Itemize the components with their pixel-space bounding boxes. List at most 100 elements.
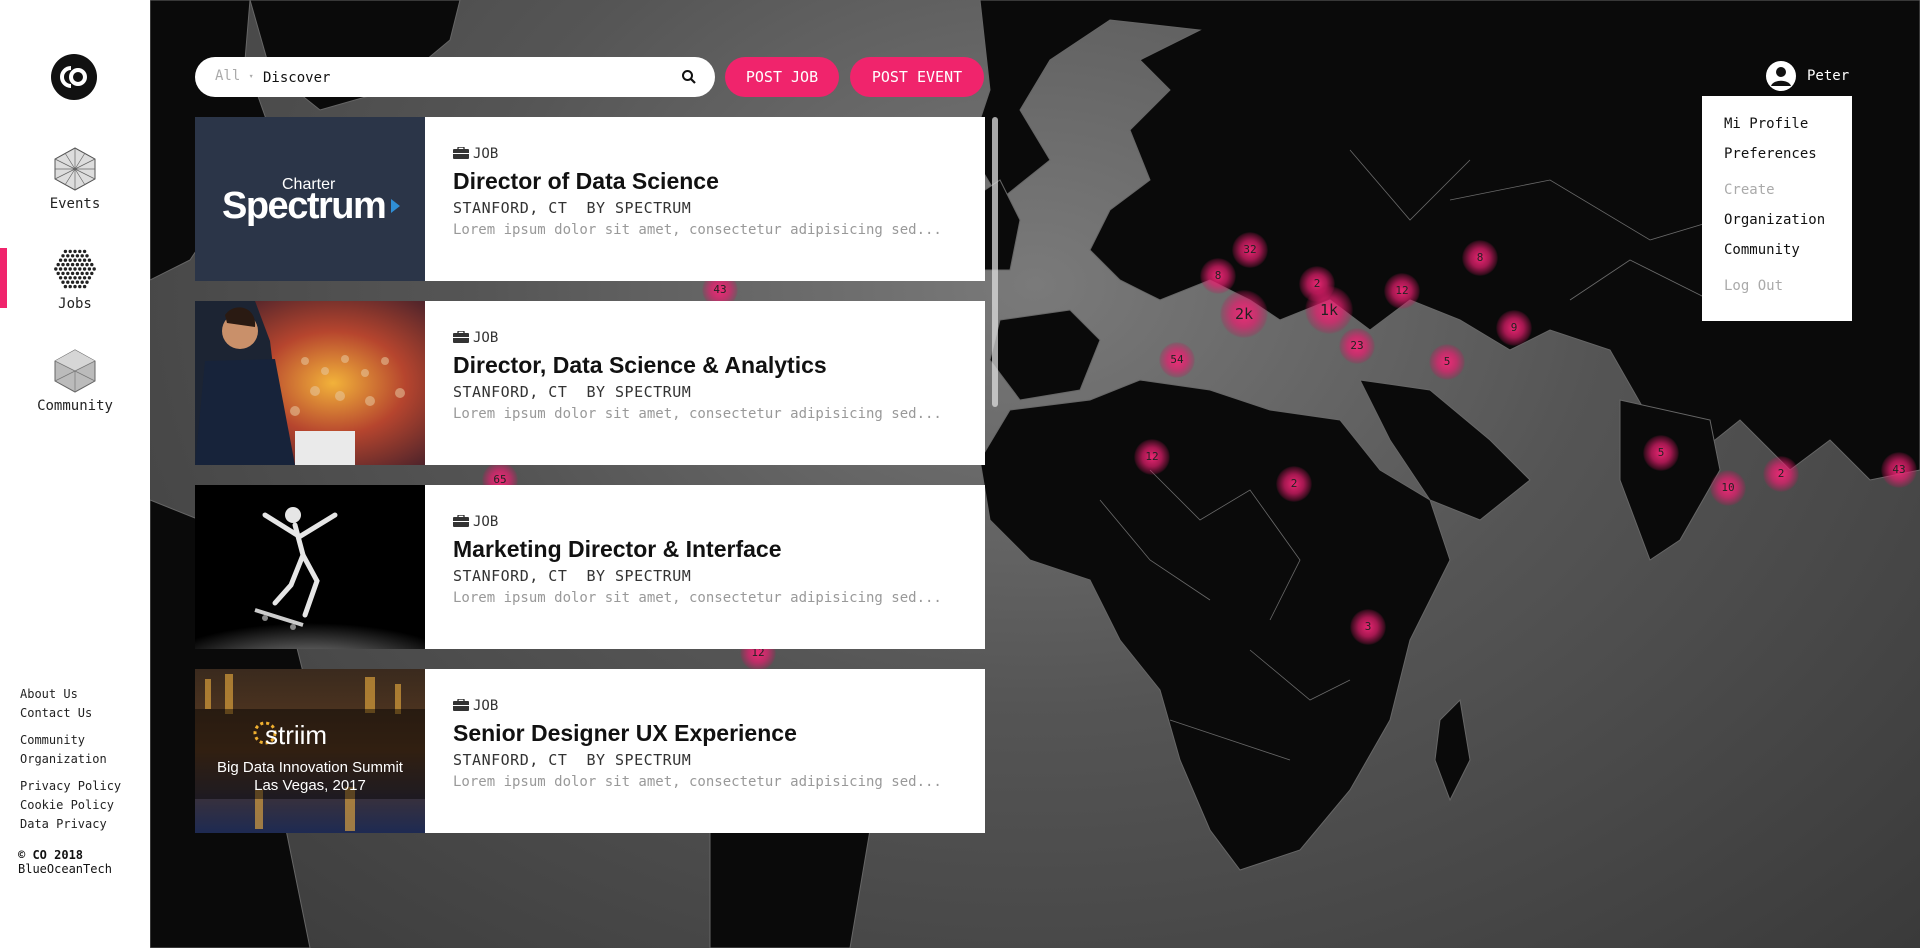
spectrum-logo-image: Charter Spectrum xyxy=(195,117,425,281)
map-cluster[interactable]: 2k xyxy=(1220,290,1268,338)
map-cluster[interactable]: 54 xyxy=(1159,342,1195,378)
menu-my-profile[interactable]: Mi Profile xyxy=(1724,116,1808,132)
job-card[interactable]: JOB Director, Data Science & Analytics S… xyxy=(195,301,985,465)
map-cluster[interactable]: 9 xyxy=(1496,310,1532,346)
job-company: BY SPECTRUM xyxy=(586,751,692,769)
nav-jobs-label: Jobs xyxy=(58,296,92,312)
job-card-body: JOB Director of Data Science STANFORD, C… xyxy=(453,145,973,239)
skateboarder-photo xyxy=(195,485,425,649)
footer-cookie-policy[interactable]: Cookie Policy xyxy=(20,796,121,815)
map-cluster[interactable]: 3 xyxy=(1350,609,1386,645)
nav-events[interactable]: Events xyxy=(0,146,150,212)
user-dropdown-menu: Mi Profile Preferences Create Organizati… xyxy=(1702,96,1852,321)
map-cluster[interactable]: 23 xyxy=(1339,328,1375,364)
job-type-label: JOB xyxy=(473,514,499,530)
job-title[interactable]: Senior Designer UX Experience xyxy=(453,719,973,747)
footer-links: About Us Contact Us Community Organizati… xyxy=(20,685,121,842)
job-type-tag: JOB xyxy=(453,697,973,715)
briefcase-icon xyxy=(453,515,469,527)
user-name: Peter xyxy=(1807,68,1850,84)
briefcase-icon xyxy=(453,147,469,159)
map-cluster[interactable]: 12 xyxy=(1384,273,1420,309)
nav-events-label: Events xyxy=(49,196,101,212)
job-type-label: JOB xyxy=(473,330,499,346)
job-card[interactable]: Charter Spectrum JOB Director of Data Sc… xyxy=(195,117,985,281)
job-company: BY SPECTRUM xyxy=(586,567,692,585)
job-location: STANFORD, CT xyxy=(453,567,568,585)
map-cluster[interactable]: 12 xyxy=(1134,439,1170,475)
svg-text:Spectrum: Spectrum xyxy=(222,185,385,227)
nav-community-label: Community xyxy=(37,398,113,414)
job-description: Lorem ipsum dolor sit amet, consectetur … xyxy=(453,406,942,422)
footer-organization[interactable]: Organization xyxy=(20,750,121,769)
post-job-button[interactable]: POST JOB xyxy=(725,57,839,97)
map-cluster[interactable]: 32 xyxy=(1232,232,1268,268)
post-event-button[interactable]: POST EVENT xyxy=(850,57,984,97)
job-card[interactable]: JOB Marketing Director & Interface STANF… xyxy=(195,485,985,649)
job-card-body: JOB Director, Data Science & Analytics S… xyxy=(453,329,973,423)
menu-create-organization[interactable]: Organization xyxy=(1724,212,1825,228)
job-card-body: JOB Senior Designer UX Experience STANFO… xyxy=(453,697,973,791)
job-type-label: JOB xyxy=(473,146,499,162)
co-logo[interactable] xyxy=(51,54,97,100)
job-location: STANFORD, CT xyxy=(453,199,568,217)
briefcase-icon xyxy=(453,699,469,711)
footer-contact-us[interactable]: Contact Us xyxy=(20,704,121,723)
job-title[interactable]: Director of Data Science xyxy=(453,167,973,195)
search-input[interactable] xyxy=(261,65,665,91)
menu-preferences[interactable]: Preferences xyxy=(1724,146,1817,162)
map-cluster[interactable]: 10 xyxy=(1710,470,1746,506)
job-title[interactable]: Marketing Director & Interface xyxy=(453,535,973,563)
job-meta: STANFORD, CT BY SPECTRUM xyxy=(453,382,973,402)
job-description: Lorem ipsum dolor sit amet, consectetur … xyxy=(453,590,942,606)
job-meta: STANFORD, CT BY SPECTRUM xyxy=(453,750,973,770)
map-cluster[interactable]: 2 xyxy=(1763,456,1799,492)
footer-community[interactable]: Community xyxy=(20,731,121,750)
nav-community[interactable]: Community xyxy=(0,348,150,414)
briefcase-icon xyxy=(453,331,469,343)
job-type-tag: JOB xyxy=(453,145,973,163)
map-cluster[interactable]: 1k xyxy=(1305,286,1353,334)
copyright-text: © CO 2018 xyxy=(18,848,84,862)
jobs-icon xyxy=(54,249,96,289)
conference-photo xyxy=(195,301,425,465)
job-description: Lorem ipsum dolor sit amet, consectetur … xyxy=(453,222,942,238)
menu-create-community[interactable]: Community xyxy=(1724,242,1800,258)
job-description: Lorem ipsum dolor sit amet, consectetur … xyxy=(453,774,942,790)
menu-log-out[interactable]: Log Out xyxy=(1724,278,1783,294)
job-company: BY SPECTRUM xyxy=(586,199,692,217)
job-title[interactable]: Director, Data Science & Analytics xyxy=(453,351,973,379)
user-avatar-icon xyxy=(1766,61,1796,91)
footer-about-us[interactable]: About Us xyxy=(20,685,121,704)
map-cluster[interactable]: 8 xyxy=(1462,240,1498,276)
search-scope-select[interactable]: All ▾ xyxy=(215,68,254,84)
spectrum-logo-icon: Charter Spectrum xyxy=(222,176,400,227)
striim-event-banner: striim Big Data Innovation Summit Las Ve… xyxy=(195,669,425,833)
nav-jobs[interactable]: Jobs xyxy=(0,246,150,312)
job-card[interactable]: striim Big Data Innovation Summit Las Ve… xyxy=(195,669,985,833)
job-list-scrollbar[interactable] xyxy=(992,117,998,407)
footer-privacy-policy[interactable]: Privacy Policy xyxy=(20,777,121,796)
skateboarder-photo-icon xyxy=(195,485,425,649)
map-cluster[interactable]: 5 xyxy=(1429,344,1465,380)
footer-data-privacy[interactable]: Data Privacy xyxy=(20,815,121,834)
conference-photo-icon xyxy=(195,301,425,465)
job-company: BY SPECTRUM xyxy=(586,383,692,401)
company-name: BlueOceanTech xyxy=(18,862,112,876)
search-scope-label: All xyxy=(215,68,241,84)
svg-text:Las Vegas, 2017: Las Vegas, 2017 xyxy=(254,777,366,794)
svg-text:striim: striim xyxy=(265,720,327,750)
job-location: STANFORD, CT xyxy=(453,383,568,401)
job-meta: STANFORD, CT BY SPECTRUM xyxy=(453,566,973,586)
co-logo-icon xyxy=(52,55,96,99)
map-cluster[interactable]: 8 xyxy=(1200,258,1236,294)
map-cluster[interactable]: 2 xyxy=(1276,466,1312,502)
community-icon xyxy=(54,349,96,393)
search-icon[interactable] xyxy=(681,69,697,85)
map-cluster[interactable]: 5 xyxy=(1643,435,1679,471)
chevron-down-icon: ▾ xyxy=(248,71,254,81)
map-cluster[interactable]: 43 xyxy=(1881,452,1917,488)
job-type-tag: JOB xyxy=(453,513,973,531)
striim-banner-icon: striim Big Data Innovation Summit Las Ve… xyxy=(195,669,425,833)
job-type-tag: JOB xyxy=(453,329,973,347)
